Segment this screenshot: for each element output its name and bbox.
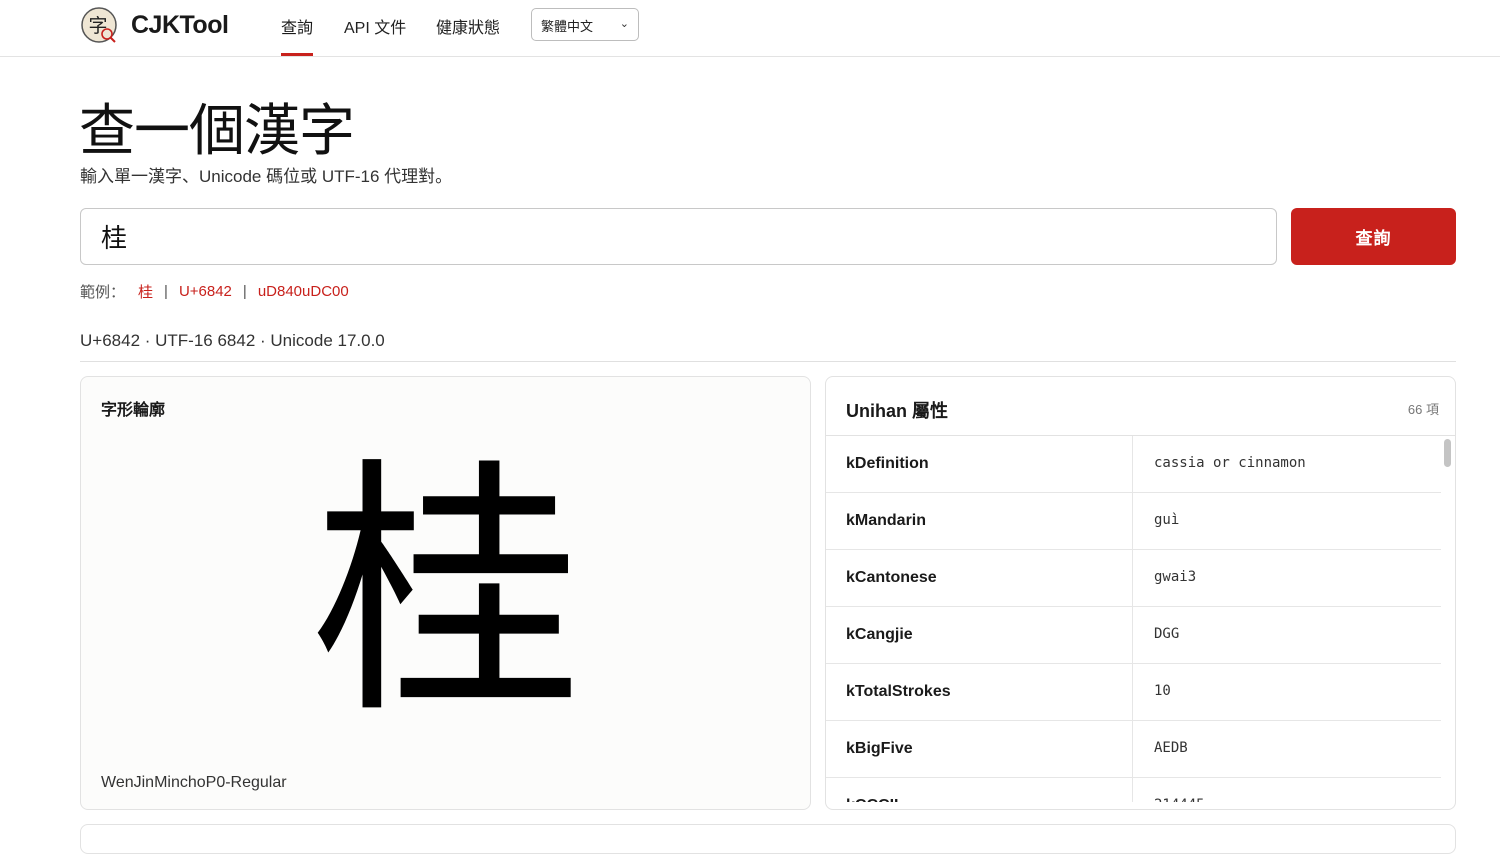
brand-name[interactable]: CJKTool (131, 11, 229, 40)
unihan-table[interactable]: kDefinition cassia or cinnamon kMandarin… (826, 436, 1441, 802)
page-subtitle: 輸入單一漢字、Unicode 碼位或 UTF-16 代理對。 (80, 167, 453, 186)
unihan-card-title: Unihan 屬性 (846, 401, 948, 421)
property-value: AEDB (1154, 740, 1188, 756)
property-value: DGG (1154, 626, 1180, 642)
table-row: kTotalStrokes 10 (826, 664, 1441, 721)
table-row: kCantonese gwai3 (826, 550, 1441, 607)
language-select[interactable]: 繁體中文 ⌄ (531, 8, 639, 41)
property-key: kCangjie (846, 626, 913, 643)
property-key: kTotalStrokes (846, 683, 951, 700)
property-key: kMandarin (846, 512, 927, 529)
codepoint-meta: U+6842 · UTF-16 6842 · Unicode 17.0.0 (80, 331, 385, 350)
unihan-scrollbar-thumb[interactable] (1444, 439, 1451, 467)
examples-label: 範例： (80, 284, 126, 301)
page-title: 查一個漢字 (79, 99, 355, 164)
character-search-input[interactable] (80, 208, 1277, 265)
language-select-value: 繁體中文 (541, 19, 594, 34)
example-link-char[interactable]: 桂 (138, 281, 153, 302)
divider (80, 361, 1456, 362)
example-link-surrogate[interactable]: uD840uDC00 (258, 283, 349, 300)
table-row: kCangjie DGG (826, 607, 1441, 664)
unihan-count-badge: 66 項 (1407, 402, 1439, 417)
query-button[interactable]: 查詢 (1291, 208, 1456, 265)
logo-icon[interactable]: 字 (80, 6, 120, 46)
svg-text:字: 字 (88, 15, 107, 37)
table-row: kDefinition cassia or cinnamon (826, 436, 1441, 493)
table-row: kMandarin guì (826, 493, 1441, 550)
nav-api-docs[interactable]: API 文件 (344, 14, 406, 38)
nav-query[interactable]: 查詢 (281, 14, 313, 38)
nav-active-indicator (281, 53, 313, 56)
examples-row: 範例： 桂 | U+6842 | uD840uDC00 (80, 281, 349, 302)
property-value: gwai3 (1154, 569, 1197, 585)
glyph-font-name: WenJinMinchoP0-Regular (101, 774, 287, 791)
example-link-codepoint[interactable]: U+6842 (179, 283, 232, 300)
unihan-card-header: Unihan 屬性 66 項 (826, 377, 1455, 436)
table-row: kBigFive AEDB (826, 721, 1441, 778)
property-key: kCantonese (846, 569, 937, 586)
separator: | (242, 283, 247, 300)
nav-health-status[interactable]: 健康狀態 (436, 14, 500, 38)
glyph-card-title: 字形輪廓 (101, 402, 166, 419)
top-navbar: 字 CJKTool 查詢 API 文件 健康狀態 繁體中文 ⌄ (0, 0, 1500, 57)
property-key: kBigFive (846, 740, 913, 757)
chevron-down-icon: ⌄ (619, 18, 629, 30)
property-value: cassia or cinnamon (1154, 455, 1306, 471)
property-value: 214445 (1154, 797, 1205, 802)
table-row: kCCCII 214445 (826, 778, 1441, 802)
property-key: kDefinition (846, 455, 929, 472)
unihan-properties-card: Unihan 屬性 66 項 kDefinition cassia or cin… (825, 376, 1456, 810)
next-card-edge (80, 824, 1456, 854)
glyph-outline-card: 字形輪廓 桂 WenJinMinchoP0-Regular (80, 376, 811, 810)
property-value: 10 (1154, 683, 1171, 699)
property-key: kCCCII (846, 797, 898, 802)
property-value: guì (1154, 512, 1180, 528)
unihan-scrollbar[interactable] (1441, 436, 1455, 809)
separator: | (164, 283, 168, 300)
glyph-display: 桂 (311, 435, 582, 750)
